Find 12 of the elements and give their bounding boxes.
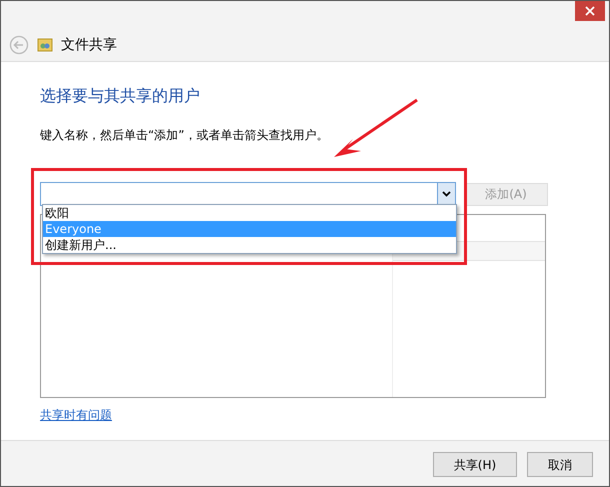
- page-heading: 选择要与其共享的用户: [40, 85, 201, 107]
- dropdown-option[interactable]: 创建新用户...: [43, 237, 456, 253]
- window-title: 文件共享: [61, 36, 117, 54]
- share-button[interactable]: 共享(H): [433, 452, 517, 477]
- close-icon: [585, 6, 595, 16]
- instruction-text: 键入名称，然后单击“添加”，或者单击箭头查找用户。: [40, 127, 330, 144]
- close-button[interactable]: [575, 1, 605, 21]
- folder-icon: [37, 37, 53, 53]
- dropdown-option[interactable]: 欧阳: [43, 205, 456, 221]
- cancel-button[interactable]: 取消: [527, 452, 593, 477]
- help-link[interactable]: 共享时有问题: [40, 406, 112, 424]
- chevron-down-icon: [442, 191, 451, 197]
